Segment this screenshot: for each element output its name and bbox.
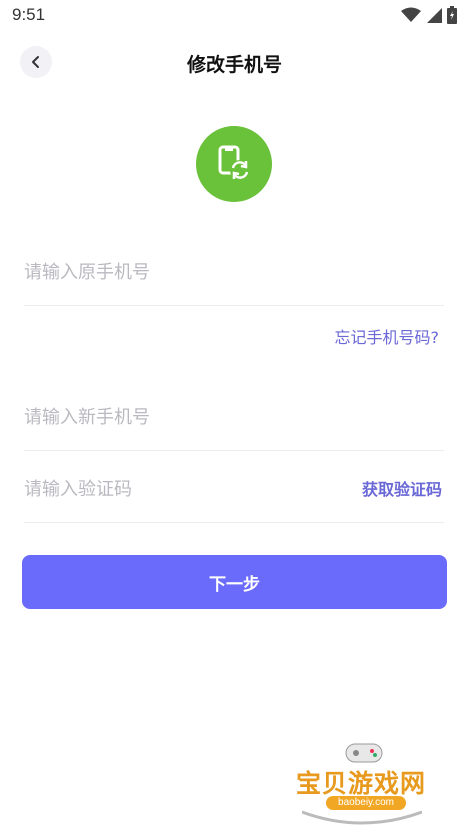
next-button[interactable]: 下一步	[22, 555, 447, 609]
status-icons	[401, 6, 457, 24]
watermark-url: baobeiy.com	[326, 796, 406, 810]
watermark: 宝贝游戏网 baobeiy.com	[292, 740, 442, 830]
verification-code-input[interactable]	[24, 474, 324, 504]
phone-sync-logo	[196, 126, 272, 202]
wifi-icon	[401, 7, 421, 22]
watermark-text: 宝贝游戏网	[296, 769, 427, 798]
gamepad-icon	[345, 743, 383, 763]
signal-icon	[427, 8, 442, 23]
new-phone-input[interactable]	[24, 402, 324, 432]
new-phone-row	[24, 380, 444, 451]
verification-code-row: 获取验证码	[24, 452, 444, 523]
old-phone-row	[24, 235, 444, 306]
status-bar: 9:51	[0, 0, 469, 32]
old-phone-input[interactable]	[24, 257, 324, 287]
battery-icon	[447, 6, 457, 24]
phone-sync-icon	[218, 145, 250, 180]
forgot-phone-link[interactable]: 忘记手机号码?	[335, 324, 440, 348]
get-code-button[interactable]: 获取验证码	[362, 476, 442, 500]
status-time: 9:51	[12, 5, 46, 24]
page-title: 修改手机号	[186, 54, 282, 76]
header: 修改手机号	[0, 40, 469, 84]
watermark-swoosh	[302, 810, 422, 825]
